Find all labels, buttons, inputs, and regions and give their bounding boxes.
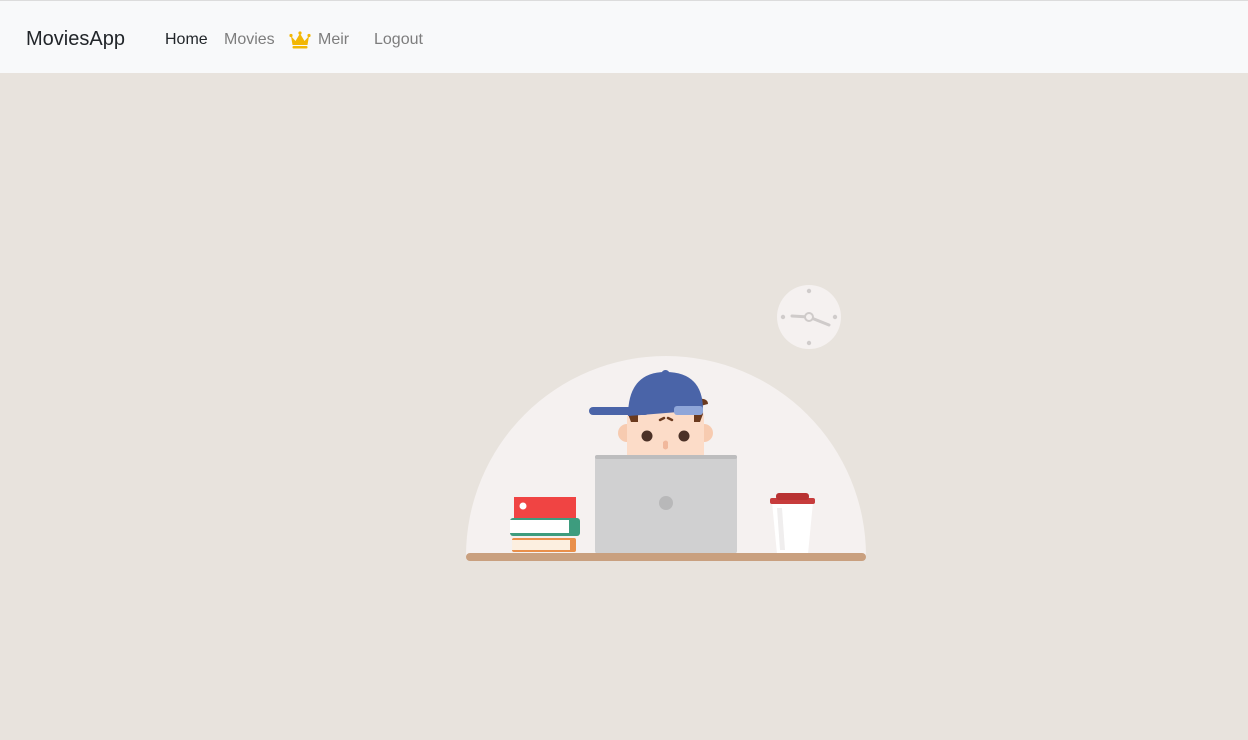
book-stack <box>510 497 580 552</box>
brand-link[interactable]: MoviesApp <box>26 27 125 51</box>
laptop <box>595 455 737 554</box>
navbar: MoviesApp Home Movies Meir Logout <box>0 0 1248 73</box>
coffee-cup <box>770 493 815 554</box>
clock-icon <box>771 279 847 355</box>
desk <box>466 553 866 561</box>
nav-logout-link[interactable]: Logout <box>374 30 423 49</box>
working-illustration <box>460 250 880 570</box>
nav-movies-link[interactable]: Movies <box>224 30 275 49</box>
nav-home-link[interactable]: Home <box>165 30 208 49</box>
crown-icon <box>289 30 311 49</box>
nav-user-label: Meir <box>318 31 350 48</box>
nav-user-link[interactable]: Meir <box>289 30 349 49</box>
